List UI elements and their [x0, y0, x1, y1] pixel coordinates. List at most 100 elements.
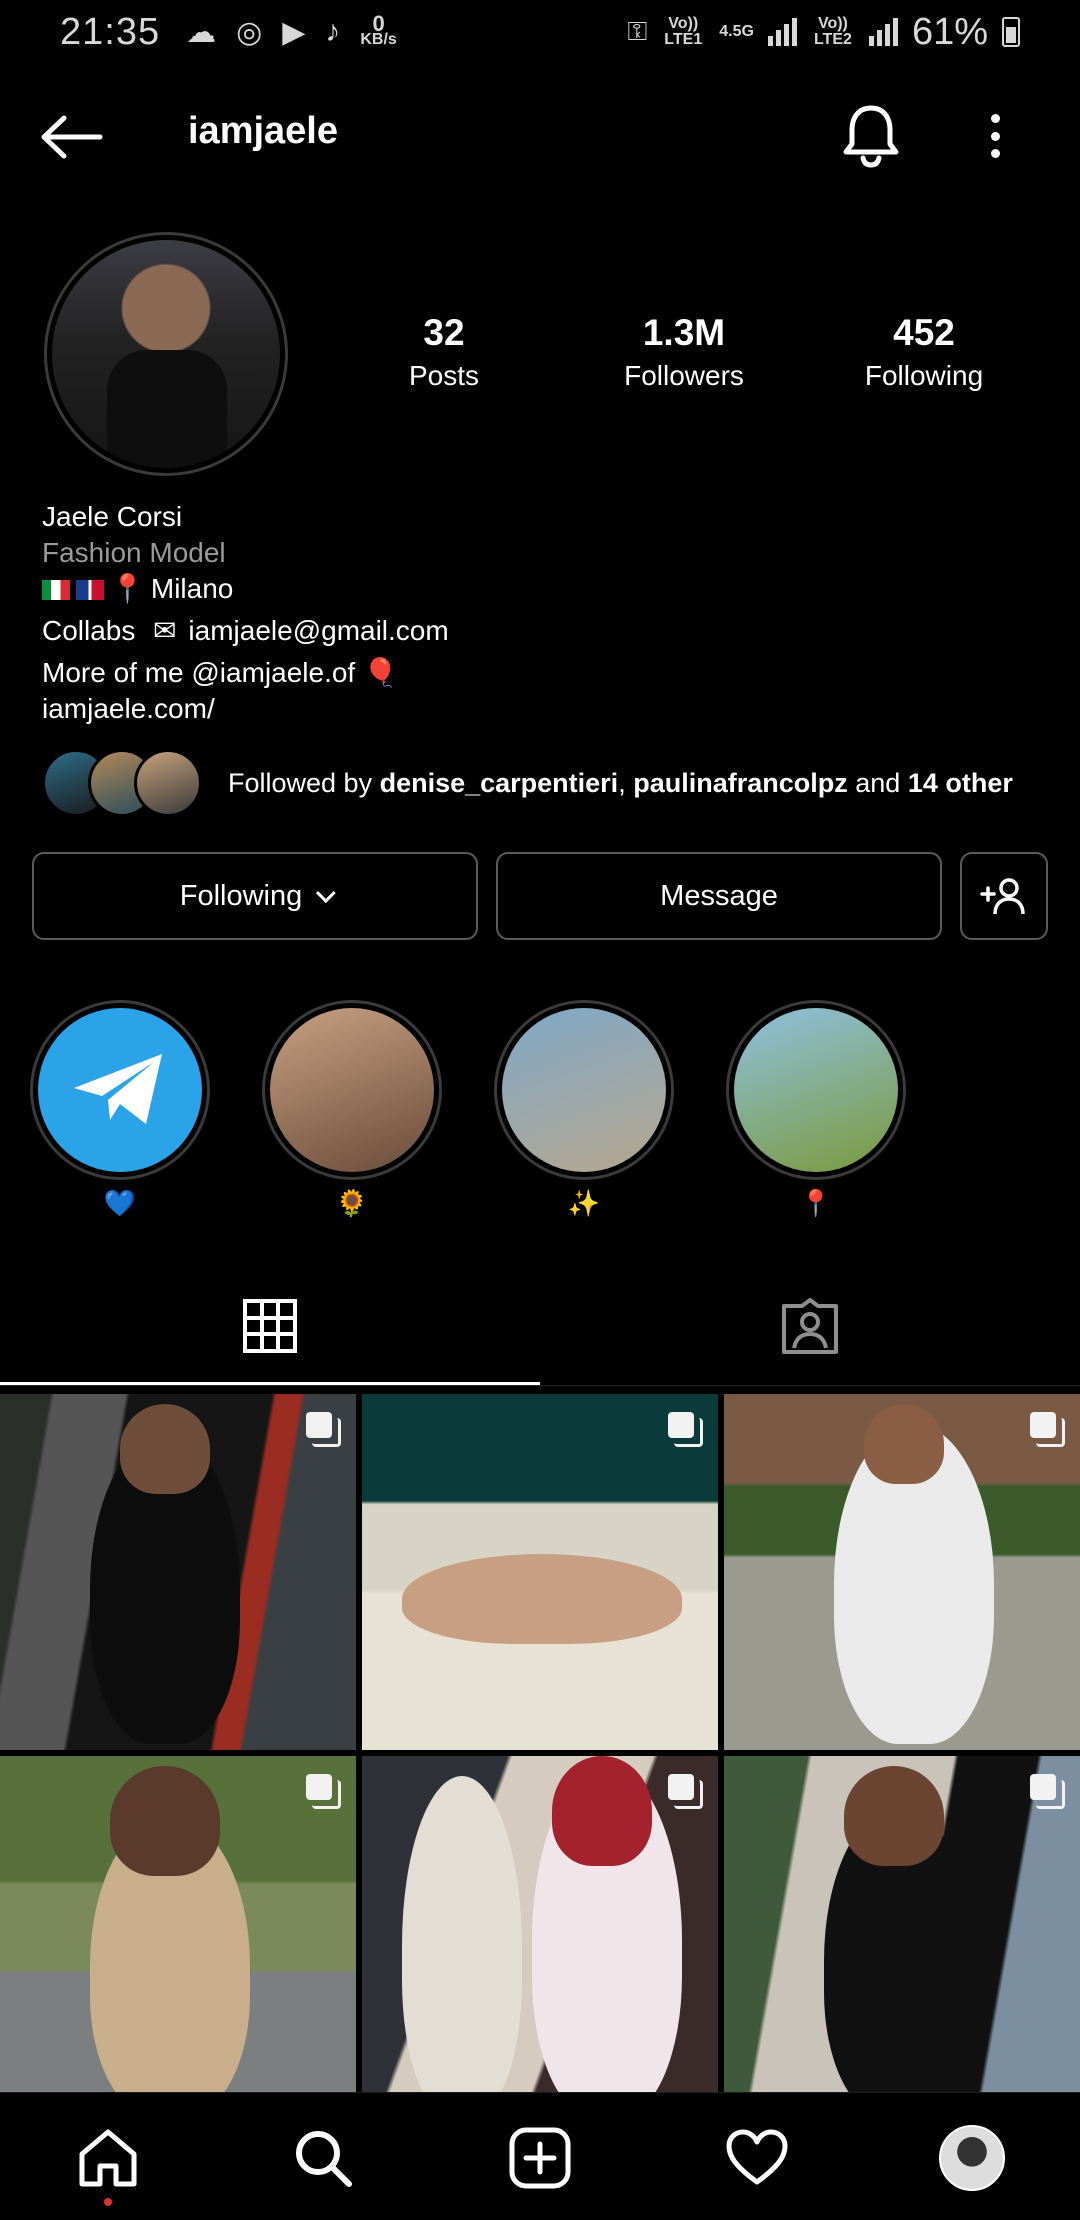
post-thumbnail[interactable]: [362, 1394, 718, 1750]
arrow-left-icon: [41, 115, 103, 159]
avatar: [134, 749, 202, 817]
carousel-icon: [1030, 1774, 1065, 1809]
following-count: 452: [893, 312, 955, 353]
location-text: Milano: [150, 573, 234, 604]
followers-count: 1.3M: [642, 312, 726, 353]
tab-tagged[interactable]: [540, 1268, 1080, 1384]
story-highlights: 💙 🌻 ✨ 📍: [0, 1000, 1080, 1230]
post-thumbnail[interactable]: [724, 1394, 1080, 1750]
highlight-photo: [502, 1008, 666, 1172]
post-figure: [844, 1766, 944, 1866]
avatar: [939, 2125, 1005, 2191]
collabs-label: Collabs: [42, 615, 136, 646]
italy-flag-icon: [42, 580, 70, 600]
category-label: Fashion Model: [42, 537, 226, 568]
posts-stat[interactable]: 32 Posts: [334, 312, 554, 392]
envelope-icon: ✉: [153, 615, 177, 646]
bottom-navigation: [0, 2092, 1080, 2220]
tab-posts-grid[interactable]: [0, 1268, 540, 1384]
post-figure: [402, 1554, 682, 1644]
youtube-icon: ▶: [282, 15, 306, 49]
nav-search[interactable]: [288, 2123, 358, 2193]
grid-icon: [243, 1299, 297, 1353]
following-stat[interactable]: 452 Following: [814, 312, 1034, 392]
message-button-label: Message: [660, 879, 778, 912]
more-options-button[interactable]: [980, 108, 1010, 164]
sim2-label: Vo)) LTE2: [813, 15, 852, 48]
post-figure: [110, 1766, 220, 1876]
instagram-icon: ◎: [236, 15, 263, 49]
post-thumbnail[interactable]: [0, 1394, 356, 1750]
followed-by-prefix: Followed by: [228, 767, 380, 798]
status-time: 21:35: [60, 10, 161, 53]
highlight-label: 💙: [103, 1188, 137, 1218]
profile-bio: Jaele Corsi Fashion Model 📍 Milano Collab…: [42, 500, 449, 728]
following-button[interactable]: Following: [32, 852, 478, 940]
heart-icon: [726, 2129, 788, 2185]
highlight-ring: [726, 1000, 906, 1180]
search-icon: [296, 2131, 352, 2187]
profile-photo: [52, 240, 280, 468]
chevron-down-icon: [316, 883, 336, 904]
followers-label: Followers: [624, 360, 744, 391]
nav-profile[interactable]: [937, 2123, 1007, 2193]
suggest-people-button[interactable]: [960, 852, 1048, 940]
highlight-photo: [734, 1008, 898, 1172]
highlight-ring: [494, 1000, 674, 1180]
profile-header: iamjaele: [0, 96, 1080, 176]
more-dot: [990, 114, 1000, 123]
network-type: 4.5G: [719, 23, 754, 40]
cloud-icon: ☁: [186, 15, 217, 49]
carousel-icon: [1030, 1412, 1065, 1447]
carousel-icon: [306, 1774, 341, 1809]
more-dot: [990, 131, 1000, 141]
more-of-me-text[interactable]: More of me @iamjaele.of: [42, 657, 355, 688]
posts-count: 32: [423, 312, 465, 353]
dominican-flag-icon: [76, 580, 104, 600]
carousel-icon: [306, 1412, 341, 1447]
mutual-followers[interactable]: Followed by denise_carpentieri, paulinaf…: [42, 748, 1052, 818]
back-button[interactable]: [38, 114, 108, 160]
home-icon: [79, 2129, 137, 2187]
battery-icon: [1002, 17, 1020, 47]
highlight-item[interactable]: ✨: [494, 1000, 674, 1219]
nav-create[interactable]: [505, 2123, 575, 2193]
highlight-photo: [270, 1008, 434, 1172]
highlight-label: 📍: [799, 1188, 833, 1218]
highlight-item[interactable]: 🌻: [262, 1000, 442, 1219]
status-right: ⚿ Vo)) LTE1 4.5G Vo)) LTE2 61%: [627, 11, 1020, 54]
nav-home[interactable]: [73, 2123, 143, 2193]
post-thumbnail[interactable]: [0, 1756, 356, 2112]
full-name: Jaele Corsi: [42, 501, 183, 532]
highlight-item[interactable]: 💙: [30, 1000, 210, 1219]
message-button[interactable]: Message: [496, 852, 942, 940]
profile-tabs: [0, 1268, 1080, 1388]
post-thumbnail[interactable]: [362, 1756, 718, 2112]
email-link[interactable]: iamjaele@gmail.com: [188, 615, 448, 646]
location-line: 📍 Milano: [42, 572, 449, 606]
website-link[interactable]: iamjaele.com/: [42, 692, 449, 726]
mutual-others-count: 14 other: [907, 767, 1013, 798]
following-label: Following: [864, 360, 984, 391]
highlight-item[interactable]: 📍: [726, 1000, 906, 1219]
notifications-button[interactable]: [840, 102, 902, 168]
status-bar: 21:35 ☁ ◎ ▶ ♪ 0 KB/s ⚿ Vo)) LTE1 4.5G Vo…: [0, 0, 1080, 64]
nav-activity[interactable]: [722, 2123, 792, 2193]
post-figure: [864, 1404, 944, 1484]
signal-icon: [868, 18, 898, 46]
post-figure: [402, 1776, 522, 2112]
mutual-avatars: [42, 749, 212, 817]
followed-by-separator: ,: [618, 767, 634, 798]
pin-icon: 📍: [110, 573, 145, 604]
posts-label: Posts: [408, 360, 480, 391]
profile-username: iamjaele: [188, 110, 338, 152]
highlight-label: 🌻: [335, 1188, 369, 1218]
profile-avatar[interactable]: [44, 232, 288, 476]
telegram-icon: [38, 1008, 202, 1172]
highlight-label: ✨: [567, 1188, 601, 1218]
carousel-icon: [668, 1412, 703, 1447]
post-thumbnail[interactable]: [724, 1756, 1080, 2112]
followers-stat[interactable]: 1.3M Followers: [574, 312, 794, 392]
tiktok-icon: ♪: [325, 15, 341, 48]
more-line: More of me @iamjaele.of 🎈: [42, 656, 449, 690]
